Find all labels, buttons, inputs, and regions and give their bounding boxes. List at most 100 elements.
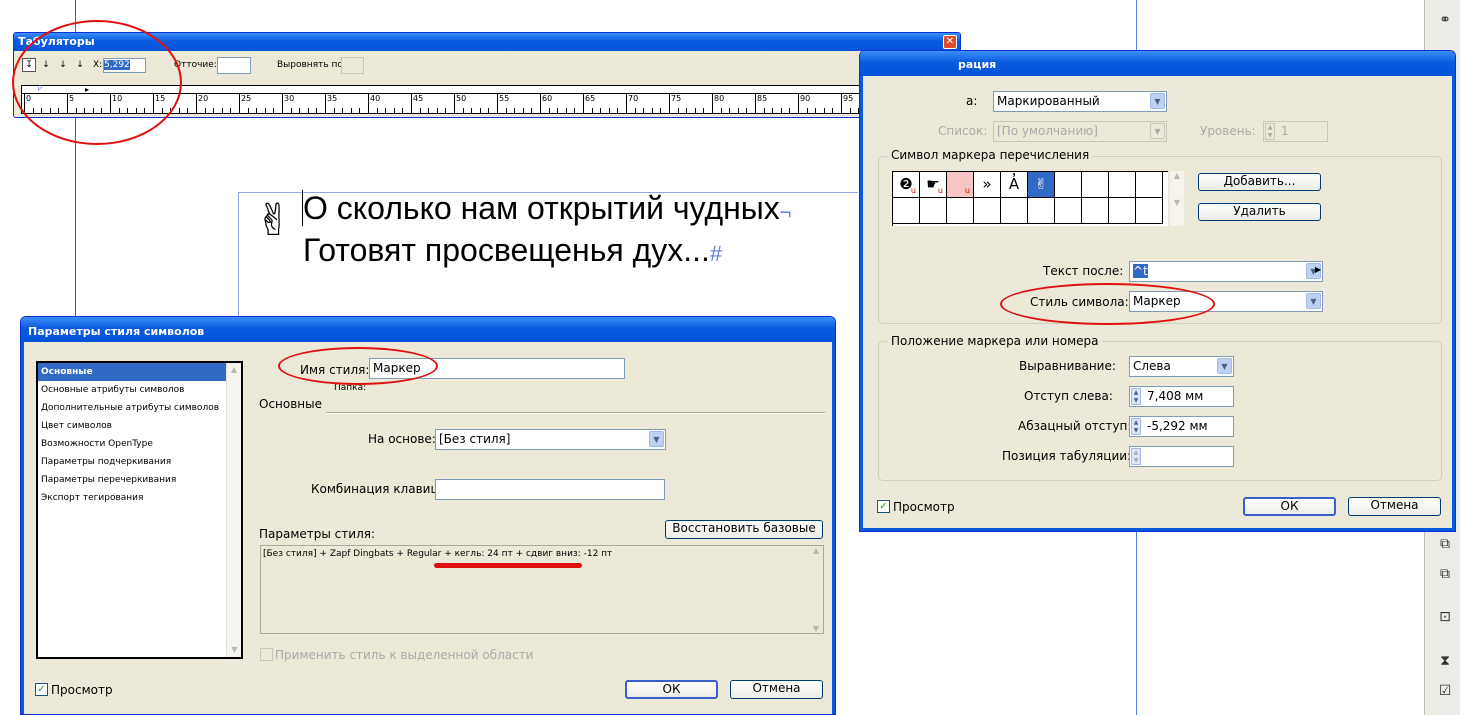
ok-button[interactable]: ОК [1243,497,1336,516]
level-field[interactable]: ▲ ▼ 1 [1263,121,1328,142]
preview-checkbox[interactable]: ✓ [877,500,890,513]
ruler-tick [677,108,679,113]
chevron-down-icon: ▼ [1306,293,1321,309]
preview-checkbox[interactable]: ✓ [35,683,48,696]
shortcut-field[interactable] [435,479,665,500]
link-icon[interactable]: ⚭ [1435,10,1455,30]
left-indent-field[interactable]: ▲ ▼ 7,408 мм [1129,386,1234,407]
category-item[interactable]: Параметры перечеркивания [38,471,241,489]
bullet-cell[interactable]: ❷u [893,172,920,198]
ruler-tick [402,108,404,113]
bullet-cell[interactable] [920,198,947,224]
spinner-icon[interactable]: ▲ ▼ [1131,388,1141,405]
alignment-label: Выравнивание: [1019,359,1116,373]
add-bullet-button[interactable]: Добавить... [1198,173,1321,191]
category-list[interactable]: Основные Основные атрибуты символов Дополн… [36,361,243,659]
spinner-icon[interactable]: ▲ ▼ [1131,418,1141,435]
bullet-char-grid[interactable]: ❷u ☛ u u » A̓ ✌ [892,171,1168,226]
checkbox-icon[interactable]: ☑ [1435,681,1455,701]
ok-button[interactable]: ОК [625,680,718,699]
category-item[interactable]: Цвет символов [38,417,241,435]
tab-align-on-field[interactable] [341,57,364,74]
ruler-tick [239,93,240,113]
bullet-grid-scrollbar[interactable]: ▲ ▼ [1170,171,1184,226]
spinner-icon[interactable]: ▲ ▼ [1131,448,1141,465]
bullet-cell[interactable]: » [974,172,1001,198]
tab-leader-label: Отточие: [174,60,217,70]
list-type-label: а: [966,94,978,108]
bullet-cell[interactable]: u [947,172,974,198]
ruler-tick [548,108,550,113]
ruler-tick [411,93,412,113]
transform-icon[interactable]: ⊡ [1435,607,1455,627]
bullet-cell[interactable] [974,198,1001,224]
category-item[interactable]: Дополнительные атрибуты символов [38,399,241,417]
bullet-cell-selected[interactable]: ✌ [1028,172,1055,198]
bullet-cell[interactable] [1028,198,1055,224]
ruler-tick [583,93,584,113]
style-settings-label: Параметры стиля: [259,527,375,541]
bullet-cell[interactable] [1109,172,1136,198]
bullet-cell[interactable] [947,198,974,224]
category-item-selected[interactable]: Основные [38,363,241,381]
close-icon[interactable]: ✕ [943,35,957,49]
based-on-select[interactable]: [Без стиля] ▼ [435,429,666,450]
ruler-tick [772,108,774,113]
first-line-indent-field[interactable]: ▲ ▼ -5,292 мм [1129,416,1234,437]
ruler-tick-label: 85 [757,94,768,103]
text-after-field[interactable]: ^t ▼ [1129,261,1323,282]
alignment-select[interactable]: Слева ▼ [1129,356,1234,377]
tab-leader-field[interactable] [217,57,251,74]
ruler-tick [376,108,378,113]
list-select[interactable]: [По умолчанию] ▼ [993,121,1167,142]
tab-position-field[interactable]: ▲ ▼ [1129,446,1234,467]
bullet-cell[interactable]: A̓ [1001,172,1028,198]
bullet-cell[interactable] [1136,172,1163,198]
shortcut-label: Комбинация клавиш: [311,482,446,496]
category-item[interactable]: Основные атрибуты символов [38,381,241,399]
apply-style-label: Применить стиль к выделенной области [275,648,534,662]
left-indent-label: Отступ слева: [1024,389,1113,403]
bullet-cell[interactable] [893,198,920,224]
ruler-tick [187,108,189,113]
delete-bullet-button[interactable]: Удалить [1198,203,1321,221]
ruler-tick [755,93,756,113]
ruler-tick [196,93,197,113]
text-frame[interactable]: ✌ О сколько нам открытий чудных¬ Готовят… [255,188,855,278]
layers-icon[interactable]: ⧉ [1435,564,1455,584]
ruler-tick [445,108,447,113]
ruler-tick [462,108,464,113]
bullet-cell[interactable] [1109,198,1136,224]
ruler-tick [333,108,335,113]
style-settings-box: [Без стиля] + Zapf Dingbats + Regular + … [260,545,824,634]
bullet-cell[interactable] [1082,172,1109,198]
reset-to-base-button[interactable]: Восстановить базовые [665,520,823,539]
list-type-select[interactable]: Маркированный ▼ [993,91,1167,112]
cancel-button[interactable]: Отмена [730,680,823,699]
bullet-cell[interactable] [1055,198,1082,224]
page-icon[interactable]: ⧉ [1435,534,1455,554]
category-item[interactable]: Экспорт тегирования [38,489,241,507]
bullet-cell[interactable]: ☛ u [920,172,947,198]
ruler-tick [703,108,705,113]
bullet-cell[interactable] [1136,198,1163,224]
cancel-button[interactable]: Отмена [1348,497,1441,516]
ruler-tick [565,108,567,113]
ruler-tick-label: 90 [800,94,811,103]
bullet-cell[interactable] [1082,198,1109,224]
category-item[interactable]: Возможности OpenType [38,435,241,453]
chevron-down-icon: ▼ [1217,358,1232,374]
text-line-2[interactable]: Готовят просвещенья дух... [303,232,710,268]
ruler-tick-label: 30 [284,94,295,103]
ruler-tick [720,108,722,113]
text-line-1[interactable]: О сколько нам открытий чудных [303,190,780,226]
category-list-scrollbar[interactable]: ▲ ▼ [226,363,241,657]
bullet-cell[interactable] [1001,198,1028,224]
bullet-cell[interactable] [1055,172,1082,198]
style-settings-scrollbar[interactable]: ▲ ▼ [809,546,823,633]
arrow-right-icon[interactable]: ▶ [1315,265,1321,274]
char-style-dialog: Параметры стиля символов Основные Основны… [20,316,836,715]
hourglass-icon[interactable]: ⧗ [1435,651,1455,671]
category-item[interactable]: Параметры подчеркивания [38,453,241,471]
apply-style-checkbox[interactable] [260,648,273,661]
